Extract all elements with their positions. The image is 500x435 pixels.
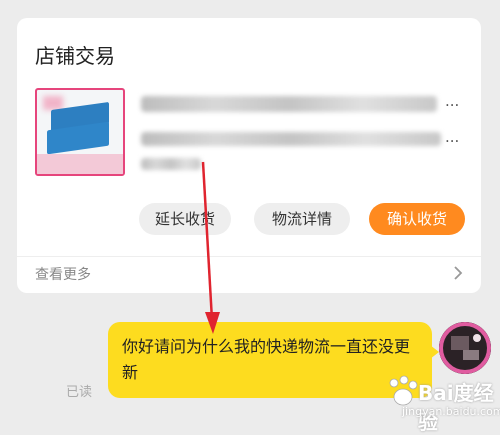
chevron-right-icon[interactable]: [453, 264, 463, 282]
read-status: 已读: [66, 385, 93, 400]
baidu-jingyan-watermark: Bai度经验 jingyan.baidu.com: [380, 373, 500, 434]
product-meta-blurred: [141, 158, 201, 170]
avatar-image: [439, 322, 491, 374]
view-more-link[interactable]: 查看更多: [35, 264, 91, 284]
product-title-ellipsis: ...: [445, 92, 460, 110]
card-title: 店铺交易: [35, 44, 115, 68]
logistics-details-button[interactable]: 物流详情: [254, 203, 350, 235]
product-thumbnail[interactable]: [35, 88, 125, 176]
watermark-url: jingyan.baidu.com: [402, 405, 500, 418]
paw-icon: [389, 375, 418, 406]
product-spec-ellipsis: ...: [445, 128, 460, 146]
bubble-tail: [430, 345, 439, 359]
avatar[interactable]: [439, 322, 491, 374]
thumb-stripe: [37, 154, 123, 174]
product-spec-blurred: [141, 132, 441, 146]
chat-message-text: 你好请问为什么我的快递物流一直还没更新: [122, 337, 411, 382]
extend-receipt-button[interactable]: 延长收货: [139, 203, 231, 235]
card-divider: [17, 256, 481, 257]
order-card: 店铺交易 ... ... 延长收货 物流详情 确认收货 查看更多: [17, 18, 481, 293]
product-title-blurred[interactable]: [141, 96, 437, 112]
confirm-receipt-button[interactable]: 确认收货: [369, 203, 465, 235]
